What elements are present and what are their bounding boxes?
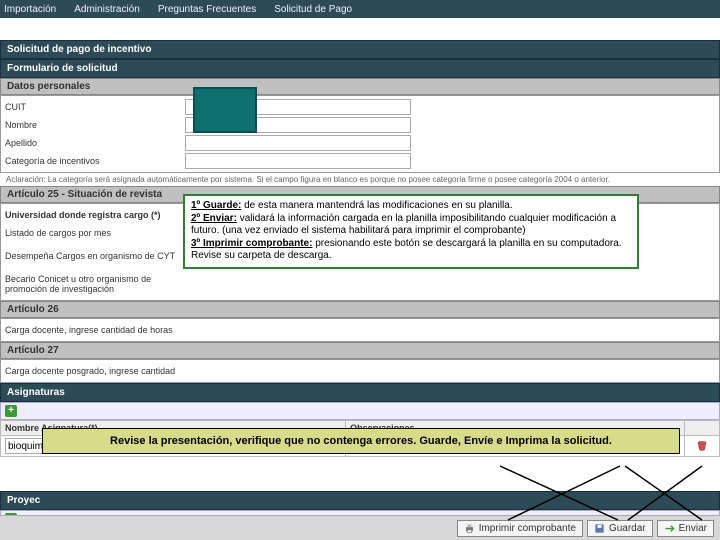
- review-banner: Revise la presentación, verifique que no…: [42, 428, 680, 454]
- trash-icon[interactable]: 🗑: [696, 441, 707, 451]
- nav-administracion[interactable]: Administración: [74, 4, 140, 15]
- lbl-univ-cargo: Universidad donde registra cargo (*): [5, 210, 185, 220]
- art27-box: Carga docente posgrado, ingrese cantidad: [0, 359, 720, 383]
- section-asignaturas: Asignaturas: [0, 383, 720, 402]
- asignaturas-add-row: +: [0, 402, 720, 420]
- nav-solicitud-pago[interactable]: Solicitud de Pago: [274, 4, 352, 15]
- section-proyectos: Proyec: [0, 491, 720, 510]
- nav-importacion[interactable]: Importación: [4, 4, 56, 15]
- btn-guardar[interactable]: Guardar: [587, 520, 653, 537]
- add-asignatura-button[interactable]: +: [5, 405, 17, 417]
- printer-icon: [464, 523, 475, 534]
- nota-categoria: Aclaración: La categoría será asignada a…: [0, 173, 720, 186]
- top-nav: Importación Administración Preguntas Fre…: [0, 0, 720, 18]
- app-root: Importación Administración Preguntas Fre…: [0, 0, 720, 540]
- lbl-becario: Becario Conicet u otro organismo de prom…: [5, 274, 185, 294]
- input-apellido[interactable]: [185, 135, 411, 151]
- section-datos-personales: Datos personales: [0, 78, 720, 95]
- instructions-callout: 1º Guarde: de esta manera mantendrá las …: [183, 194, 639, 269]
- btn-enviar[interactable]: Enviar: [657, 520, 714, 537]
- lbl-nombre: Nombre: [5, 120, 185, 130]
- send-icon: [664, 523, 675, 534]
- btn-imprimir-comprobante[interactable]: Imprimir comprobante: [457, 520, 583, 537]
- lbl-categoria: Categoría de incentivos: [5, 156, 185, 166]
- title-solicitud-pago: Solicitud de pago de incentivo: [0, 40, 720, 59]
- teal-overlay-box: [193, 87, 257, 133]
- lbl-apellido: Apellido: [5, 138, 185, 148]
- lbl-listado-cargos: Listado de cargos por mes: [5, 228, 185, 238]
- input-categoria[interactable]: [185, 153, 411, 169]
- bottom-toolbar: Imprimir comprobante Guardar Enviar: [0, 515, 720, 540]
- title-formulario: Formulario de solicitud: [0, 59, 720, 78]
- lbl-carga-posgrado: Carga docente posgrado, ingrese cantidad: [5, 366, 285, 376]
- section-art26: Artículo 26: [0, 301, 720, 318]
- section-art27: Artículo 27: [0, 342, 720, 359]
- nav-faq[interactable]: Preguntas Frecuentes: [158, 4, 256, 15]
- save-icon: [594, 523, 605, 534]
- lbl-cuit: CUIT: [5, 102, 185, 112]
- art26-box: Carga docente, ingrese cantidad de horas: [0, 318, 720, 342]
- lbl-cargos-cyt: Desempeña Cargos en organismo de CYT: [5, 251, 185, 261]
- datos-personales-box: CUIT Nombre Apellido Categoría de incent…: [0, 95, 720, 173]
- lbl-carga-docente: Carga docente, ingrese cantidad de horas: [5, 325, 265, 335]
